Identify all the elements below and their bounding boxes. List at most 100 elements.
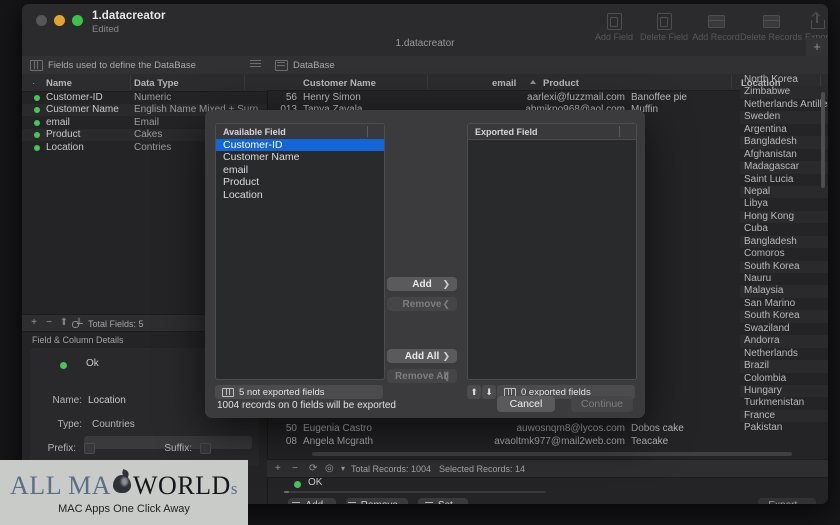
- move-field-up-button[interactable]: ⬆: [58, 318, 70, 328]
- location-cell[interactable]: Bangladesh: [740, 235, 828, 249]
- add-records-button[interactable]: Add...: [288, 498, 336, 504]
- watermark-part3: s: [230, 479, 238, 498]
- available-field-item[interactable]: Location: [216, 189, 384, 201]
- watermark-part2: WORLD: [133, 471, 231, 500]
- move-up-button[interactable]: ⬆: [467, 385, 481, 399]
- field-status-label: Ok: [86, 358, 99, 369]
- location-cell[interactable]: Cuba: [740, 223, 828, 235]
- database-horizontal-scrollbar[interactable]: [312, 452, 792, 456]
- field-status-dot: [60, 362, 67, 369]
- settings-gear-icon[interactable]: ◎: [325, 463, 334, 474]
- location-cell[interactable]: Bangladesh: [740, 136, 828, 149]
- continue-button[interactable]: Continue: [571, 396, 633, 412]
- location-cell[interactable]: South Korea: [740, 310, 828, 323]
- remove-records-button[interactable]: Remove...: [346, 498, 408, 504]
- title-bar: 1.datacreator Edited Add Field Delete Fi…: [22, 4, 828, 56]
- location-cell[interactable]: Andorra: [740, 335, 828, 348]
- remove-field-from-export-button[interactable]: Remove ❮: [387, 297, 457, 311]
- minimize-window-button[interactable]: [54, 15, 65, 26]
- remove-field-button[interactable]: −: [43, 318, 55, 328]
- location-cell[interactable]: Hong Kong: [740, 210, 828, 224]
- exported-fields-list[interactable]: Exported Field: [467, 123, 637, 380]
- location-cell[interactable]: Madagascar: [740, 161, 828, 174]
- records-toolbar: + − ⟳ ◎ ▾ Total Records: 1004 Selected R…: [267, 459, 828, 478]
- location-cell[interactable]: Netherlands Antilles: [740, 99, 828, 111]
- location-cell[interactable]: Libya: [740, 198, 828, 210]
- location-cell[interactable]: North Korea: [740, 74, 828, 86]
- available-field-item[interactable]: Product: [216, 176, 384, 188]
- location-cell[interactable]: Malaysia: [740, 285, 828, 298]
- location-cell[interactable]: South Korea: [740, 260, 828, 273]
- location-cell[interactable]: Nauru: [740, 273, 828, 285]
- location-cell[interactable]: Netherlands: [740, 348, 828, 360]
- set-records-button[interactable]: Set...: [418, 498, 468, 504]
- field-name-value[interactable]: Location: [88, 395, 126, 406]
- add-field-to-export-button[interactable]: Add ❯: [387, 277, 457, 291]
- location-cell[interactable]: Hungary: [740, 384, 828, 398]
- column-divider[interactable]: [244, 75, 245, 90]
- list-options-icon[interactable]: [250, 60, 261, 69]
- field-row-name: Location: [46, 141, 84, 153]
- location-cell[interactable]: Colombia: [740, 373, 828, 385]
- chevron-right-icon: ❯: [442, 278, 450, 289]
- export-records-button[interactable]: Export...: [758, 498, 816, 504]
- document-subbar: 1.datacreator: [22, 36, 828, 56]
- maximize-window-button[interactable]: [72, 15, 83, 26]
- location-cell[interactable]: Argentina: [740, 124, 828, 136]
- field-suffix-checkbox[interactable]: [200, 443, 211, 454]
- add-record-button[interactable]: +: [275, 463, 281, 474]
- add-field-button[interactable]: +: [28, 318, 40, 328]
- columns-icon: [222, 387, 234, 397]
- field-row-name: email: [46, 116, 70, 128]
- available-fields-list[interactable]: Available Field Customer-ID Customer Name…: [215, 123, 385, 380]
- location-cell[interactable]: Turkmenistan: [740, 397, 828, 409]
- location-column-rows: North Korea Zimbabwe Netherlands Antilles S…: [740, 74, 828, 446]
- location-cell[interactable]: Swaziland: [740, 323, 828, 335]
- move-down-button[interactable]: ⬇: [482, 385, 496, 399]
- available-field-item[interactable]: Customer-ID: [216, 139, 384, 152]
- new-tab-button[interactable]: +: [806, 38, 828, 56]
- refresh-icon[interactable]: ⟳: [309, 463, 317, 474]
- location-cell[interactable]: Nepal: [740, 185, 828, 199]
- column-divider[interactable]: [367, 126, 368, 137]
- database-row[interactable]: 50 Eugenia Castro auwosnqm8@lycos.com Dobos…: [267, 423, 828, 435]
- chevron-left-icon: ❮: [442, 298, 450, 309]
- location-cell[interactable]: San Marino: [740, 298, 828, 310]
- cancel-button[interactable]: Cancel: [497, 396, 555, 412]
- column-divider[interactable]: [427, 75, 428, 89]
- field-prefix-checkbox[interactable]: [84, 443, 95, 454]
- field-name-label: Name:: [52, 395, 82, 406]
- chevron-left-icon: ❮: [442, 370, 450, 381]
- database-row[interactable]: 08 Angela Mcgrath avaoltmk977@mail2web.com…: [267, 436, 828, 448]
- location-cell[interactable]: Saint Lucia: [740, 174, 828, 186]
- column-divider[interactable]: [619, 126, 620, 137]
- db-column-customer-name[interactable]: Customer Name: [303, 78, 376, 89]
- selected-records-label: Selected Records: 14: [439, 464, 526, 474]
- location-cell[interactable]: France: [740, 409, 828, 423]
- column-divider[interactable]: [731, 75, 732, 89]
- fields-column-header: · Name Data Type: [22, 74, 267, 92]
- database-vertical-scrollbar[interactable]: [821, 92, 825, 188]
- available-field-item[interactable]: email: [216, 164, 384, 176]
- column-divider[interactable]: [130, 75, 131, 90]
- close-window-button[interactable]: [36, 15, 47, 26]
- add-all-fields-button[interactable]: Add All ❯: [387, 349, 457, 363]
- watermark-title: ALL MA WORLD s: [10, 469, 238, 501]
- available-field-item[interactable]: Customer Name: [216, 151, 384, 163]
- field-row[interactable]: Customer-ID Numeric: [22, 91, 267, 104]
- location-cell[interactable]: Comoros: [740, 248, 828, 260]
- location-cell[interactable]: Zimbabwe: [740, 86, 828, 99]
- db-column-product[interactable]: Product: [543, 78, 579, 89]
- remove-record-button[interactable]: −: [292, 463, 298, 474]
- remove-all-fields-button[interactable]: Remove All ❮: [387, 369, 457, 383]
- fields-column-name[interactable]: Name: [46, 78, 72, 89]
- location-cell[interactable]: Afghanistan: [740, 149, 828, 161]
- record-customer-name: Henry Simon: [303, 92, 361, 103]
- fields-column-datatype[interactable]: Data Type: [134, 78, 179, 89]
- chevron-down-icon[interactable]: ▾: [341, 464, 345, 474]
- location-cell[interactable]: Brazil: [740, 360, 828, 373]
- field-status-dot: [34, 119, 40, 126]
- location-cell[interactable]: Sweden: [740, 111, 828, 124]
- db-column-email[interactable]: email: [492, 78, 516, 89]
- fields-pane-header: Fields used to define the DataBase: [22, 56, 267, 75]
